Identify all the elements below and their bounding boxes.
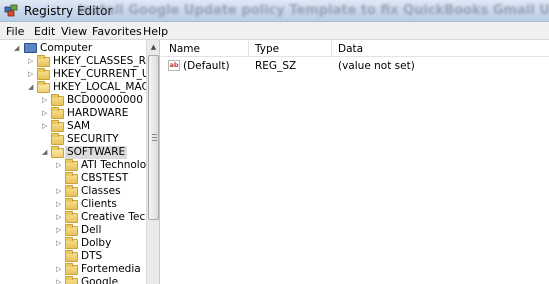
tree-item-label: SECURITY: [67, 133, 119, 145]
tree-item-label: Dell: [81, 224, 102, 236]
expand-arrow-icon[interactable]: ▷: [28, 55, 36, 68]
tree-item-label: Clients: [81, 198, 117, 210]
tree-item-software[interactable]: ◢ SOFTWARE: [0, 146, 146, 159]
expand-arrow-icon[interactable]: ▷: [28, 68, 36, 81]
menu-help[interactable]: Help: [143, 25, 168, 38]
blurred-title-overlay: Install Google Update policy Template to…: [78, 3, 549, 18]
expand-arrow-icon[interactable]: ▷: [56, 198, 64, 211]
expand-arrow-icon[interactable]: ▷: [42, 94, 50, 107]
scroll-up-arrow-icon[interactable]: ▲: [147, 40, 160, 54]
tree-item-creative-tech[interactable]: ▷ Creative Tech: [0, 211, 152, 224]
tree-item-dts[interactable]: DTS: [0, 250, 146, 263]
value-type: REG_SZ: [255, 60, 297, 72]
expand-arrow-icon[interactable]: ▷: [56, 237, 64, 250]
expand-arrow-icon[interactable]: ▷: [56, 185, 64, 198]
string-value-icon: ab: [168, 60, 180, 71]
value-name: (Default): [183, 60, 230, 72]
tree-item-computer[interactable]: ◢ Computer: [0, 42, 146, 55]
tree-item-hkey-classes-root[interactable]: ▷ HKEY_CLASSES_ROOT: [0, 55, 159, 68]
expand-arrow-icon[interactable]: ▷: [42, 120, 50, 133]
expand-arrow-icon[interactable]: ▷: [56, 263, 64, 276]
tree-item-sam[interactable]: ▷ SAM: [0, 120, 146, 133]
tree-item-label: Creative Tech: [81, 211, 152, 223]
tree-item-hkey-current-user[interactable]: ▷ HKEY_CURRENT_USER: [0, 68, 159, 81]
tree-item-hkey-local-machine[interactable]: ◢ HKEY_LOCAL_MACHINE: [0, 81, 159, 94]
tree-item-label: Dolby: [81, 237, 112, 249]
grip-icon: [152, 134, 157, 141]
folder-icon: [51, 107, 64, 119]
expand-arrow-icon[interactable]: ▷: [56, 224, 64, 237]
tree-item-cbstest[interactable]: CBSTEST: [0, 172, 146, 185]
tree-item-fortemedia[interactable]: ▷ Fortemedia: [0, 263, 146, 276]
scroll-thumb[interactable]: [148, 55, 159, 220]
tree-item-dell[interactable]: ▷ Dell: [0, 224, 146, 237]
tree-item-label: HKEY_LOCAL_MACHINE: [53, 81, 159, 93]
collapse-arrow-icon[interactable]: ◢: [14, 42, 22, 55]
title-bar: Registry Editor Install Google Update po…: [0, 0, 549, 22]
folder-icon: [65, 263, 78, 275]
open-folder-icon: [37, 81, 50, 93]
tree-item-security[interactable]: SECURITY: [0, 133, 146, 146]
value-data: (value not set): [338, 60, 415, 72]
expand-arrow-icon[interactable]: ▷: [42, 107, 50, 120]
tree-item-bcd00000000[interactable]: ▷ BCD00000000: [0, 94, 146, 107]
menu-file[interactable]: File: [6, 25, 24, 38]
menu-edit[interactable]: Edit: [34, 25, 55, 38]
tree-item-dolby[interactable]: ▷ Dolby: [0, 237, 146, 250]
tree-item-ati-technologies[interactable]: ▷ ATI Technologies: [0, 159, 159, 172]
folder-icon: [65, 198, 78, 210]
tree-item-label: SAM: [67, 120, 91, 132]
tree-item-google[interactable]: ▷ Google: [0, 276, 146, 284]
menu-favorites[interactable]: Favorites: [92, 25, 142, 38]
tree-item-label: Classes: [81, 185, 121, 197]
values-list[interactable]: Name Type Data ab (Default) REG_SZ (valu…: [161, 40, 549, 284]
tree-item-label: Fortemedia: [81, 263, 141, 275]
folder-icon: [65, 224, 78, 236]
collapse-arrow-icon[interactable]: ◢: [42, 146, 50, 159]
tree-item-label: CBSTEST: [81, 172, 129, 184]
tree-item-label-selected: SOFTWARE: [65, 146, 128, 159]
expand-arrow-icon[interactable]: ▷: [56, 211, 64, 224]
folder-icon: [65, 250, 78, 262]
registry-editor-icon: [4, 4, 18, 17]
open-folder-icon: [51, 146, 64, 158]
column-header-data[interactable]: Data: [338, 43, 363, 55]
registry-tree[interactable]: ◢ Computer ▷ HKEY_CLASSES_ROOT ▷ HKEY_CU…: [0, 40, 160, 284]
menu-bar: File Edit View Favorites Help: [0, 22, 549, 40]
tree-item-label: Computer: [40, 42, 93, 54]
tree-item-label: BCD00000000: [67, 94, 143, 106]
column-header-type[interactable]: Type: [255, 43, 279, 55]
menu-view[interactable]: View: [61, 25, 87, 38]
expand-arrow-icon[interactable]: ▷: [56, 159, 64, 172]
tree-item-label: Google: [81, 276, 119, 284]
collapse-arrow-icon[interactable]: ◢: [28, 81, 36, 94]
tree-item-label: HARDWARE: [67, 107, 129, 119]
folder-icon: [51, 94, 64, 106]
tree-item-hardware[interactable]: ▷ HARDWARE: [0, 107, 146, 120]
folder-icon: [37, 68, 50, 80]
expand-arrow-icon[interactable]: ▷: [56, 276, 64, 284]
folder-icon: [37, 55, 50, 67]
tree-item-label: DTS: [81, 250, 103, 262]
folder-icon: [51, 133, 64, 145]
folder-icon: [51, 120, 64, 132]
folder-icon: [65, 211, 78, 223]
folder-icon: [65, 185, 78, 197]
column-header-name[interactable]: Name: [169, 43, 200, 55]
tree-scrollbar[interactable]: ▲: [146, 40, 159, 284]
tree-item-clients[interactable]: ▷ Clients: [0, 198, 146, 211]
column-divider[interactable]: [331, 40, 332, 57]
list-header: Name Type Data: [161, 40, 549, 57]
folder-icon: [65, 276, 78, 284]
tree-item-label: HKEY_CLASSES_ROOT: [53, 55, 160, 67]
folder-icon: [65, 237, 78, 249]
folder-icon: [65, 172, 78, 184]
tree-item-classes[interactable]: ▷ Classes: [0, 185, 146, 198]
column-divider[interactable]: [248, 40, 249, 57]
value-row-default[interactable]: ab (Default) REG_SZ (value not set): [161, 58, 549, 73]
folder-icon: [65, 159, 78, 171]
computer-icon: [24, 43, 37, 53]
tree-item-label: HKEY_CURRENT_USER: [53, 68, 160, 80]
